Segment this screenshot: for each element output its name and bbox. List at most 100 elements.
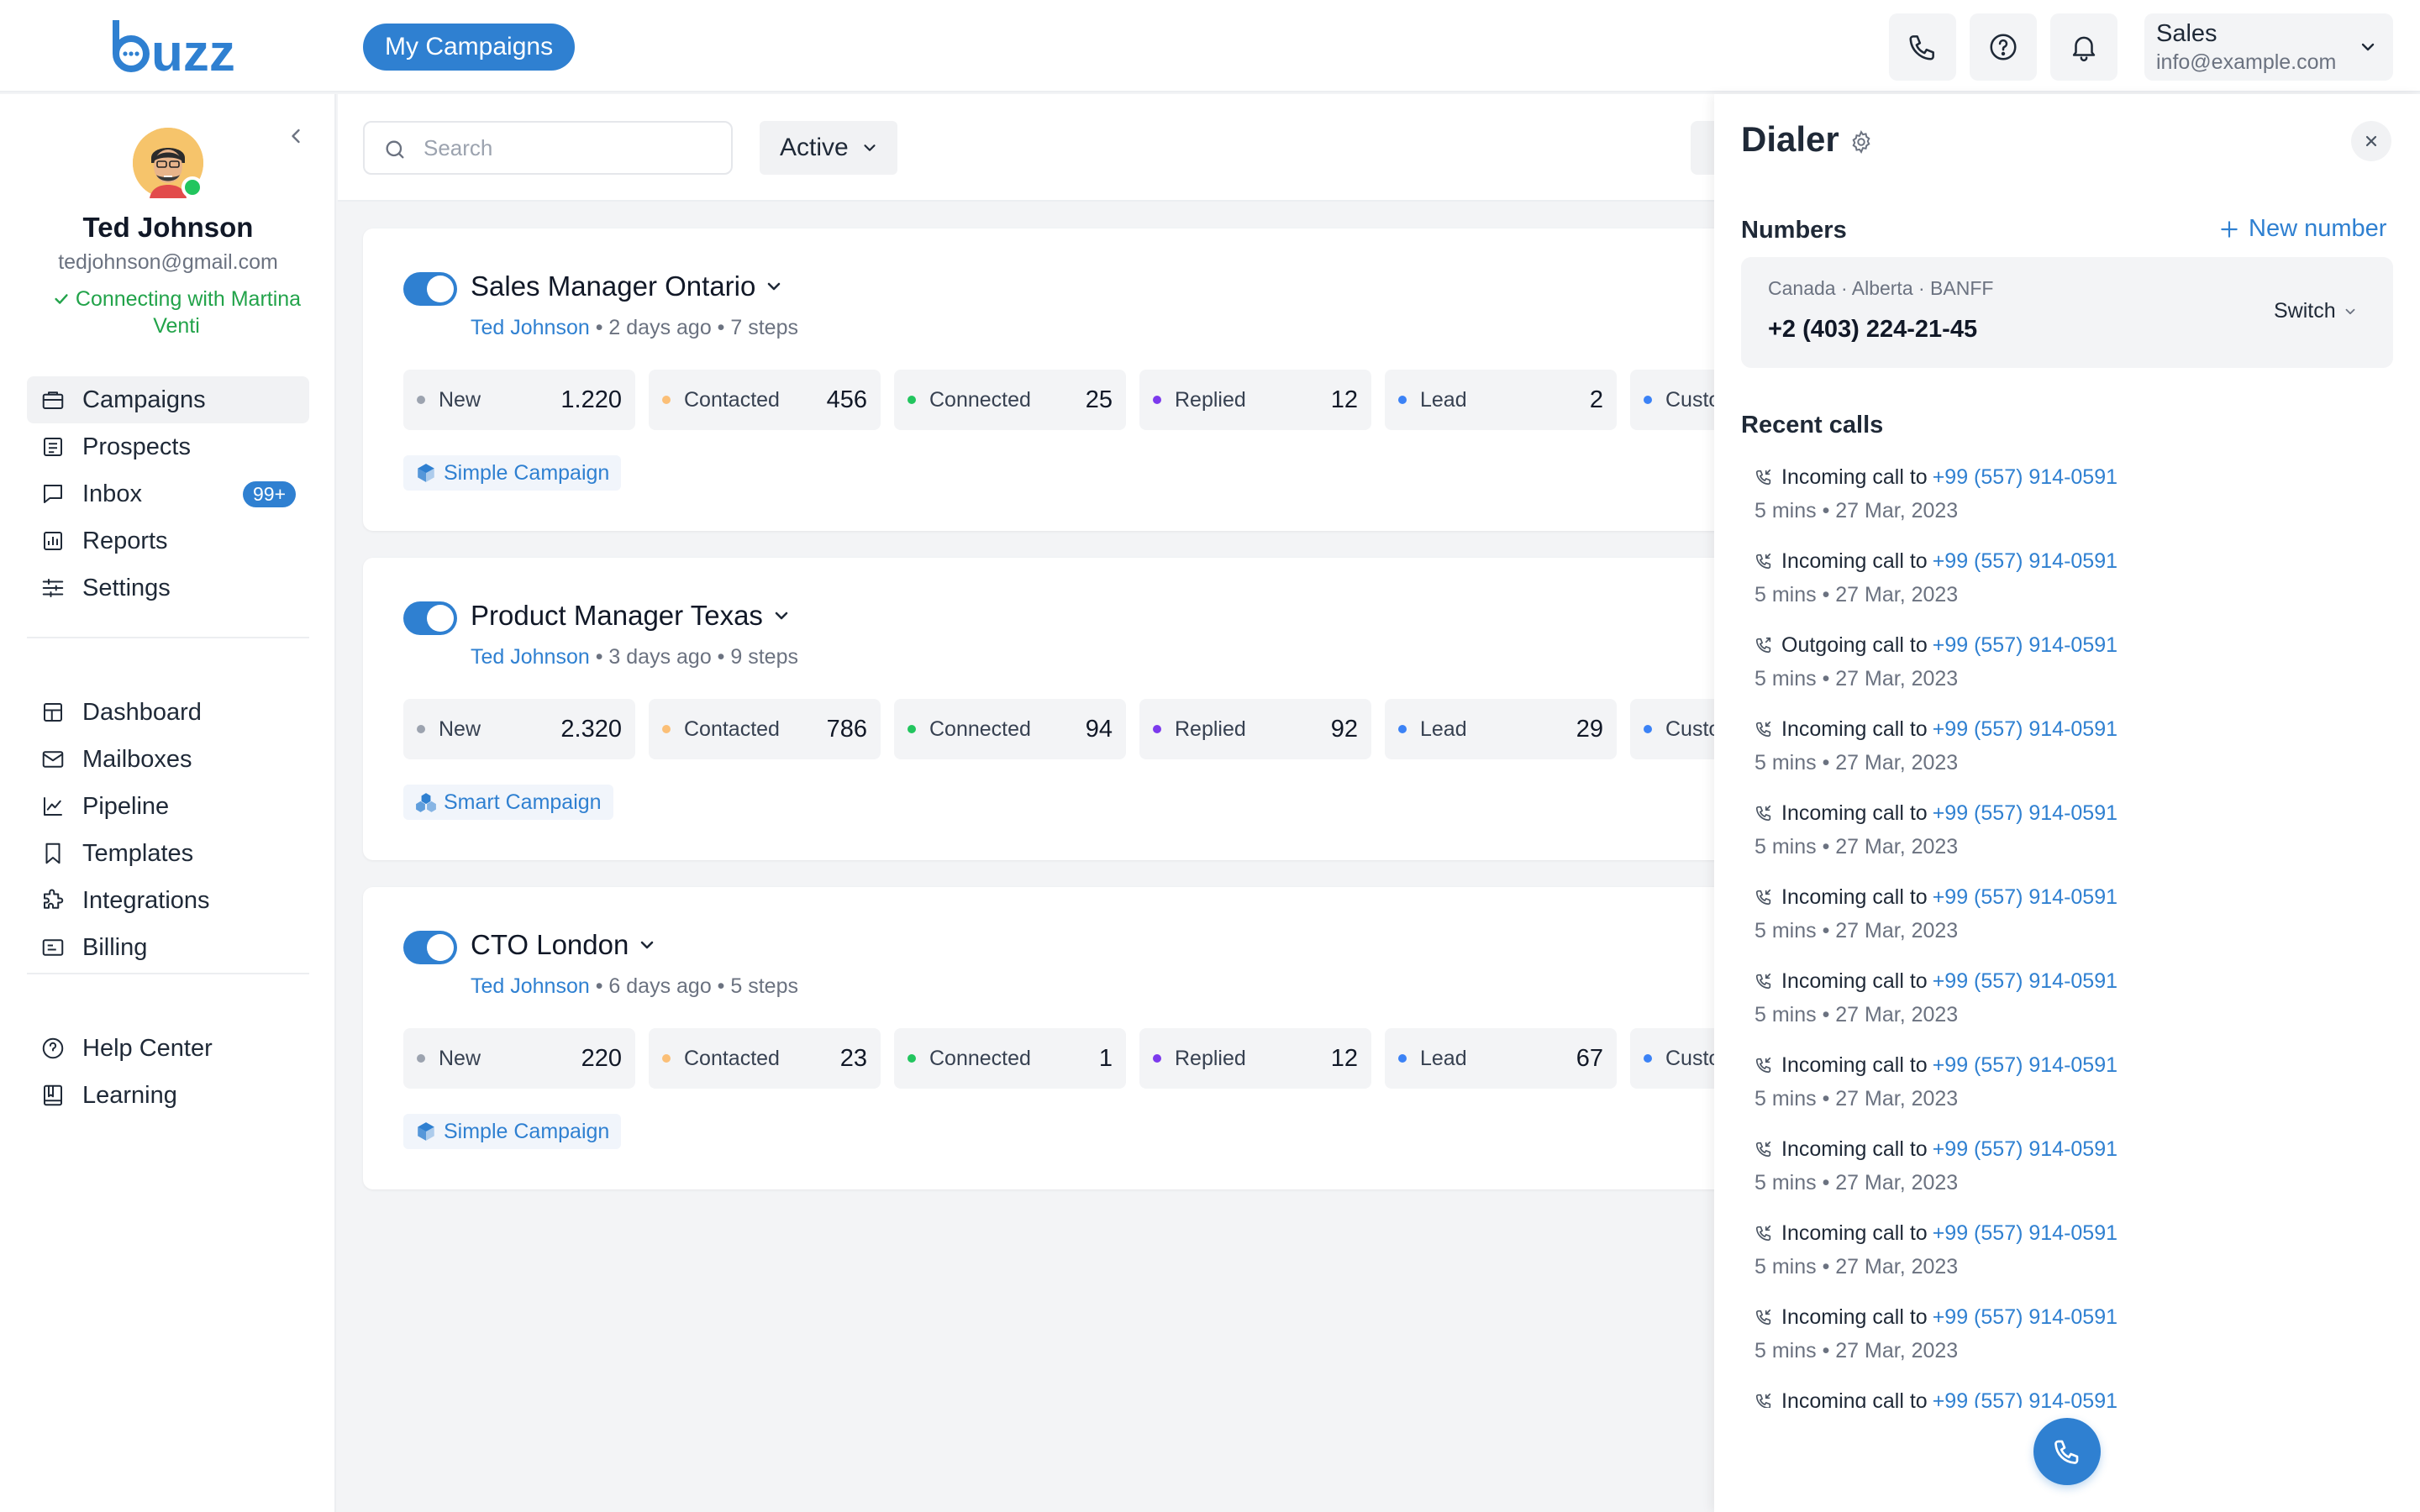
call-number-link[interactable]: +99 (557) 914-0591 [1933,801,2118,826]
call-number-link[interactable]: +99 (557) 914-0591 [1933,717,2118,742]
dialer-title: Dialer [1741,119,1839,159]
stat-lead[interactable]: Lead 67 [1385,1028,1617,1089]
status-filter-dropdown[interactable]: Active [760,121,897,175]
nav-item-integrations[interactable]: Integrations [27,877,309,924]
notifications-button[interactable] [2050,13,2118,81]
status-dot [1644,396,1652,404]
account-switcher[interactable]: Sales info@example.com [2144,13,2393,81]
call-number-link[interactable]: +99 (557) 914-0591 [1933,969,2118,994]
help-icon [40,1036,66,1061]
recent-call-item[interactable]: Incoming call to +99 (557) 914-0591 [1754,1384,2393,1408]
call-direction: Incoming call to [1781,801,1928,825]
stat-connected[interactable]: Connected 1 [894,1028,1126,1089]
campaign-card[interactable]: CTO London Ted Johnson • 6 days ago • 5 s… [363,887,1775,1189]
search-box[interactable] [363,121,733,175]
campaign-active-toggle[interactable] [403,931,457,964]
nav-item-prospects[interactable]: Prospects [27,423,309,470]
status-dot [1644,1054,1652,1063]
call-number-link[interactable]: +99 (557) 914-0591 [1933,1389,2118,1409]
call-number-link[interactable]: +99 (557) 914-0591 [1933,885,2118,910]
chevron-down-icon[interactable] [771,606,792,626]
nav-item-inbox[interactable]: Inbox 99+ [27,470,309,517]
nav-item-dashboard[interactable]: Dashboard [27,689,309,736]
stat-contacted[interactable]: Contacted 456 [649,370,881,430]
stat-replied[interactable]: Replied 12 [1139,1028,1371,1089]
nav-item-mailboxes[interactable]: Mailboxes [27,736,309,783]
nav-item-learning[interactable]: Learning [27,1072,309,1119]
chevron-down-icon[interactable] [764,276,784,297]
recent-call-item[interactable]: Incoming call to +99 (557) 914-0591 5 mins… [1754,1048,2393,1132]
stat-lead[interactable]: Lead 2 [1385,370,1617,430]
campaign-active-toggle[interactable] [403,601,457,635]
campaign-type-label: Simple Campaign [444,460,610,485]
dashboard-icon [40,700,66,725]
switch-number-button[interactable]: Switch [2274,299,2358,323]
stat-replied[interactable]: Replied 12 [1139,370,1371,430]
recent-call-item[interactable]: Incoming call to +99 (557) 914-0591 5 mins… [1754,796,2393,880]
recent-call-item[interactable]: Incoming call to +99 (557) 914-0591 5 mins… [1754,964,2393,1048]
nav-item-campaigns[interactable]: Campaigns [27,376,309,423]
campaign-card[interactable]: Product Manager Texas Ted Johnson • 3 day… [363,558,1775,860]
new-number-button[interactable]: New number [2218,215,2386,243]
campaign-stats: New 220 Contacted 23 Connected 1 Replied 12 Lead… [403,1028,1775,1089]
campaign-stats: New 1.220 Contacted 456 Connected 25 Replied 12… [403,370,1775,430]
recent-call-item[interactable]: Incoming call to +99 (557) 914-0591 5 mins… [1754,544,2393,628]
gear-icon[interactable] [1849,129,1874,155]
buzz-logo[interactable]: uzz [109,17,254,82]
nav-item-pipeline[interactable]: Pipeline [27,783,309,830]
nav-item-help-center[interactable]: Help Center [27,1025,309,1072]
stat-replied[interactable]: Replied 92 [1139,699,1371,759]
campaign-title[interactable]: Product Manager Texas [471,600,792,632]
campaign-title[interactable]: Sales Manager Ontario [471,270,784,302]
campaign-card[interactable]: Sales Manager Ontario Ted Johnson • 2 day… [363,228,1775,531]
nav-item-billing[interactable]: Billing [27,924,309,971]
stat-new[interactable]: New 220 [403,1028,635,1089]
my-campaigns-button[interactable]: My Campaigns [363,24,576,71]
call-number-link[interactable]: +99 (557) 914-0591 [1933,1053,2118,1078]
call-number-link[interactable]: +99 (557) 914-0591 [1933,549,2118,574]
nav-item-templates[interactable]: Templates [27,830,309,877]
stat-value: 92 [1330,715,1358,743]
call-direction: Incoming call to [1781,465,1928,489]
call-number-link[interactable]: +99 (557) 914-0591 [1933,1221,2118,1246]
phone-button[interactable] [1889,13,1956,81]
close-dialer-button[interactable] [2351,121,2391,161]
call-number-link[interactable]: +99 (557) 914-0591 [1933,1305,2118,1330]
campaign-active-toggle[interactable] [403,272,457,306]
campaign-type-label: Smart Campaign [444,790,602,814]
campaign-title[interactable]: CTO London [471,929,657,961]
call-number-link[interactable]: +99 (557) 914-0591 [1933,465,2118,490]
campaign-owner-link[interactable]: Ted Johnson [471,974,590,998]
call-detail: 5 mins • 27 Mar, 2023 [1754,1171,1959,1194]
nav-item-settings[interactable]: Settings [27,564,309,612]
chevron-down-icon[interactable] [637,935,657,955]
recent-call-item[interactable]: Incoming call to +99 (557) 914-0591 5 mins… [1754,1300,2393,1384]
stat-contacted[interactable]: Contacted 786 [649,699,881,759]
recent-call-item[interactable]: Incoming call to +99 (557) 914-0591 5 mins… [1754,1132,2393,1216]
call-number-link[interactable]: +99 (557) 914-0591 [1933,1137,2118,1162]
stat-connected[interactable]: Connected 25 [894,370,1126,430]
stat-lead[interactable]: Lead 29 [1385,699,1617,759]
stat-contacted[interactable]: Contacted 23 [649,1028,881,1089]
campaign-meta-text: • 2 days ago • 7 steps [589,316,798,339]
help-button[interactable] [1970,13,2037,81]
campaign-meta: Ted Johnson • 2 days ago • 7 steps [471,316,798,340]
stat-new[interactable]: New 1.220 [403,370,635,430]
nav-item-reports[interactable]: Reports [27,517,309,564]
recent-call-item[interactable]: Incoming call to +99 (557) 914-0591 5 mins… [1754,880,2393,964]
status-dot [417,725,425,733]
recent-call-item[interactable]: Incoming call to +99 (557) 914-0591 5 mins… [1754,460,2393,544]
recent-call-item[interactable]: Incoming call to +99 (557) 914-0591 5 mins… [1754,1216,2393,1300]
recent-call-item[interactable]: Incoming call to +99 (557) 914-0591 5 mins… [1754,712,2393,796]
recent-call-item[interactable]: Outgoing call to +99 (557) 914-0591 5 mins… [1754,628,2393,712]
stat-connected[interactable]: Connected 94 [894,699,1126,759]
stat-new[interactable]: New 2.320 [403,699,635,759]
campaign-owner-link[interactable]: Ted Johnson [471,316,590,339]
call-number-link[interactable]: +99 (557) 914-0591 [1933,633,2118,658]
search-input[interactable] [424,131,718,165]
collapse-sidebar-icon[interactable] [284,124,308,148]
inbox-count-badge: 99+ [242,480,296,507]
campaign-meta-text: • 6 days ago • 5 steps [589,974,798,998]
call-button[interactable] [2033,1418,2101,1485]
campaign-owner-link[interactable]: Ted Johnson [471,645,590,669]
